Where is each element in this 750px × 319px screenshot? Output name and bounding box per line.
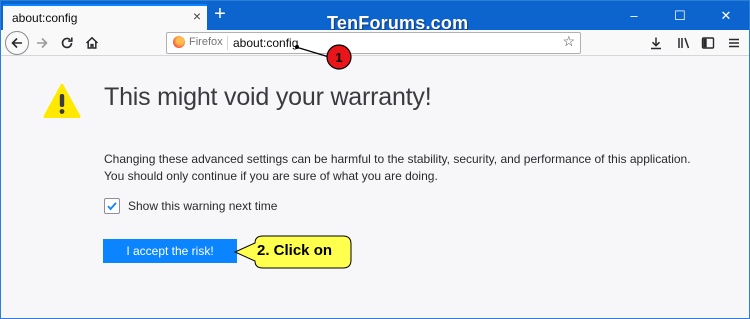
browser-window: about:config × + TenForums.com – ☐ ✕ Fir… <box>0 0 750 319</box>
page-title: This might void your warranty! <box>104 83 432 111</box>
accept-risk-button[interactable]: I accept the risk! <box>103 239 237 263</box>
reload-icon[interactable] <box>56 32 78 54</box>
warning-icon <box>43 83 81 119</box>
menu-icon[interactable] <box>723 32 745 54</box>
maximize-button[interactable]: ☐ <box>657 1 703 30</box>
sidebar-icon[interactable] <box>697 32 719 54</box>
show-warning-label[interactable]: Show this warning next time <box>128 199 277 213</box>
url-text[interactable]: about:config <box>233 36 298 50</box>
warning-description: Changing these advanced settings can be … <box>104 152 691 183</box>
close-window-button[interactable]: ✕ <box>703 1 749 30</box>
minimize-button[interactable]: – <box>611 1 657 30</box>
star-icon[interactable]: ☆ <box>562 33 575 50</box>
step-2-label: 2. Click on <box>257 242 333 259</box>
step-1-callout: 1 <box>295 44 352 70</box>
download-icon[interactable] <box>645 32 667 54</box>
tab-strip: about:config × + TenForums.com – ☐ ✕ <box>1 1 749 33</box>
new-tab-button[interactable]: + <box>211 4 229 26</box>
show-warning-checkbox[interactable] <box>104 198 120 214</box>
identity-label: Firefox <box>189 36 223 48</box>
library-icon[interactable] <box>673 32 695 54</box>
tab-about-config[interactable]: about:config × <box>3 4 207 30</box>
step-1-label: 1 <box>335 50 342 65</box>
url-bar[interactable]: Firefox about:config ☆ <box>166 32 581 54</box>
identity-separator <box>227 36 228 50</box>
firefox-logo-icon <box>173 36 185 48</box>
home-icon[interactable] <box>81 32 103 54</box>
about-config-warning-page: This might void your warranty! Changing … <box>1 57 749 318</box>
identity-box[interactable]: Firefox <box>173 36 223 48</box>
back-arrow-icon[interactable] <box>5 31 29 55</box>
tab-title: about:config <box>12 11 78 25</box>
forward-arrow-icon[interactable] <box>31 32 53 54</box>
navigation-toolbar: Firefox about:config ☆ <box>1 30 749 56</box>
close-tab-icon[interactable]: × <box>193 9 201 23</box>
